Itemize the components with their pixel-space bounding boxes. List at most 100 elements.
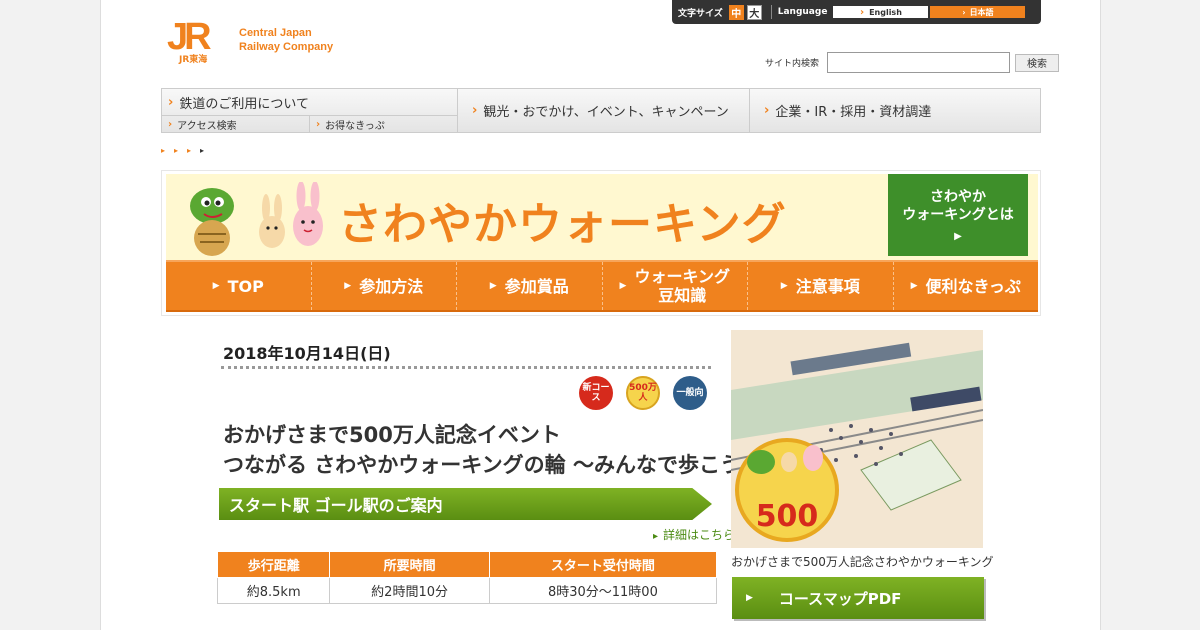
walking-nav-notes[interactable]: ▶ 注意事項 xyxy=(748,262,894,310)
walking-banner: さわやかウォーキング さわやか ウォーキングとは ▶ xyxy=(166,174,1038,260)
table-row: 約8.5km 約2時間10分 8時30分～11時00 xyxy=(216,577,718,604)
logo-sub-text: JR東海 xyxy=(179,55,208,65)
language-english-button[interactable]: › English xyxy=(833,6,929,18)
event-title-line2: つながる さわやかウォーキングの輪 ～みんなで歩こう～ xyxy=(223,453,762,477)
chevron-right-icon: › xyxy=(859,6,865,18)
language-japanese-button[interactable]: › 日本語 xyxy=(930,6,1026,18)
logo-mark-text: JR xyxy=(167,16,212,58)
gnav-discount-tickets-label: お得なきっぷ xyxy=(325,120,385,132)
triangle-right-icon: ▶ xyxy=(619,280,627,291)
gnav-railway-use[interactable]: › 鉄道のご利用について xyxy=(162,89,457,116)
breadcrumb-current: ▸ xyxy=(200,146,205,155)
gnav-corporate[interactable]: › 企業・IR・採用・資材調達 xyxy=(750,89,1040,132)
chevron-right-icon: › xyxy=(316,118,321,130)
five-million-badge-icon: 500万人 xyxy=(626,376,660,410)
course-map-pdf-button[interactable]: ▶ コースマップPDF xyxy=(732,577,984,619)
poster-caption: おかげさまで500万人記念さわやかウォーキング xyxy=(731,555,994,569)
language-label: Language xyxy=(777,7,828,17)
event-date: 2018年10月14日(日) xyxy=(223,344,391,363)
gnav-discount-tickets[interactable]: › お得なきっぷ xyxy=(310,116,457,132)
jr-logo-mark: JR JR東海 xyxy=(165,16,229,65)
banner-title: さわやかウォーキング xyxy=(338,199,787,250)
general-level-badge-icon: 一般向 xyxy=(673,376,707,410)
triangle-right-icon: ▶ xyxy=(954,231,962,242)
gnav-railway-group: › 鉄道のご利用について › アクセス検索 › お得なきっぷ xyxy=(162,89,458,132)
triangle-right-icon: ▶ xyxy=(910,280,918,291)
event-info-table: 歩行距離 所要時間 スタート受付時間 約8.5km 約2時間10分 8時30分～… xyxy=(216,551,718,604)
walking-nav-tickets[interactable]: ▶ 便利なきっぷ xyxy=(894,262,1039,310)
breadcrumb-item[interactable]: ▸ xyxy=(187,146,191,155)
logo-text: Central Japan Railway Company xyxy=(239,26,333,54)
course-map-pdf-label: コースマップPDF xyxy=(778,589,902,608)
font-size-large-button[interactable]: 大 xyxy=(746,4,762,20)
mascot-illustration xyxy=(190,182,323,256)
about-line2: ウォーキングとは xyxy=(902,207,1014,223)
logo-line2: Railway Company xyxy=(239,41,334,53)
dotted-divider xyxy=(221,366,711,369)
gnav-access-search[interactable]: › アクセス検索 xyxy=(162,116,310,132)
site-search: サイト内検索 検索 xyxy=(765,52,1060,73)
triangle-right-icon: ▸ xyxy=(653,531,659,542)
table-cell: 約8.5km xyxy=(216,577,331,604)
font-size-label: 文字サイズ xyxy=(678,8,723,19)
triangle-right-icon: ▶ xyxy=(344,280,352,291)
chevron-right-icon: › xyxy=(168,94,174,110)
gnav-railway-use-label: 鉄道のご利用について xyxy=(179,96,309,112)
triangle-right-icon: ▶ xyxy=(489,280,497,291)
detail-link-label: 詳細はこちら xyxy=(663,528,736,542)
breadcrumb-item[interactable]: ▸ xyxy=(161,146,165,155)
gnav-tourism[interactable]: › 観光・おでかけ、イベント、キャンペーン xyxy=(458,89,750,132)
jr-central-logo[interactable]: JR JR東海 Central Japan Railway Company xyxy=(165,16,333,65)
gnav-tourism-label: 観光・おでかけ、イベント、キャンペーン xyxy=(483,105,729,120)
svg-text:500: 500 xyxy=(756,499,819,534)
poster-illustration: 500 xyxy=(731,330,983,548)
walking-nav-prize-label: 参加賞品 xyxy=(504,276,569,296)
table-header: 所要時間 xyxy=(329,551,490,578)
about-walking-button[interactable]: さわやか ウォーキングとは ▶ xyxy=(888,174,1028,256)
triangle-right-icon: ▶ xyxy=(212,280,220,291)
walking-nav-trivia[interactable]: ▶ ウォーキング 豆知識 xyxy=(603,262,748,310)
search-input[interactable] xyxy=(827,52,1011,73)
font-size-medium-button[interactable]: 中 xyxy=(728,4,744,20)
chevron-right-icon: › xyxy=(962,7,966,17)
lang-en-label: English xyxy=(869,7,902,17)
walking-nav-notes-label: 注意事項 xyxy=(795,276,860,296)
walking-nav-top[interactable]: ▶ TOP xyxy=(166,262,312,310)
detail-link[interactable]: ▸ 詳細はこちら xyxy=(653,526,735,543)
walking-nav-trivia-label: ウォーキング 豆知識 xyxy=(634,267,730,305)
walking-nav-top-label: TOP xyxy=(227,276,264,296)
new-course-badge-icon: 新コース xyxy=(579,376,613,410)
gnav-corporate-label: 企業・IR・採用・資材調達 xyxy=(775,105,932,120)
event-title-line1: おかげさまで500万人記念イベント xyxy=(223,423,561,447)
lang-ja-label: 日本語 xyxy=(969,7,994,17)
gnav-sub-row: › アクセス検索 › お得なきっぷ xyxy=(162,116,457,132)
walking-nav-prizes[interactable]: ▶ 参加賞品 xyxy=(457,262,603,310)
table-cell: 8時30分～11時00 xyxy=(488,577,718,604)
chevron-right-icon: › xyxy=(472,103,478,118)
event-title: おかげさまで500万人記念イベント つながる さわやかウォーキングの輪 ～みんな… xyxy=(223,420,763,480)
search-button[interactable]: 検索 xyxy=(1015,53,1060,72)
about-line1: さわやか xyxy=(930,189,986,205)
breadcrumb-item[interactable]: ▸ xyxy=(174,146,178,155)
breadcrumb: ▸ ▸ ▸ ▸ xyxy=(161,146,204,155)
triangle-right-icon: ▶ xyxy=(746,593,753,603)
table-header-row: 歩行距離 所要時間 スタート受付時間 xyxy=(216,551,718,578)
table-header: 歩行距離 xyxy=(216,551,331,578)
chevron-right-icon: › xyxy=(764,103,770,118)
global-nav: › 鉄道のご利用について › アクセス検索 › お得なきっぷ › 観光・おでかけ、イベン… xyxy=(161,88,1041,133)
event-poster-image: 500 xyxy=(731,330,983,548)
divider xyxy=(770,5,772,19)
logo-line1: Central Japan xyxy=(239,27,312,39)
table-header: スタート受付時間 xyxy=(488,551,718,578)
event-badges: 新コース 500万人 一般向 xyxy=(579,376,707,410)
gnav-access-search-label: アクセス検索 xyxy=(177,120,237,132)
page-container: JR JR東海 Central Japan Railway Company 文字… xyxy=(100,0,1101,630)
chevron-right-icon: › xyxy=(168,118,173,130)
search-label: サイト内検索 xyxy=(765,59,820,69)
walking-nav-how-to-join[interactable]: ▶ 参加方法 xyxy=(312,262,457,310)
walking-nav: ▶ TOP ▶ 参加方法 ▶ 参加賞品 ▶ ウォーキング 豆知識 ▶ 注意事項 ▶ 便利なきっ… xyxy=(166,260,1038,312)
utility-bar: 文字サイズ 中 大 Language › English › 日本語 xyxy=(672,0,1041,24)
station-info-bar: スタート駅 ゴール駅のご案内 xyxy=(219,488,712,520)
triangle-right-icon: ▶ xyxy=(780,280,788,291)
walking-banner-box: さわやかウォーキング さわやか ウォーキングとは ▶ ▶ TOP ▶ 参加方法 ▶ 参… xyxy=(161,170,1041,316)
